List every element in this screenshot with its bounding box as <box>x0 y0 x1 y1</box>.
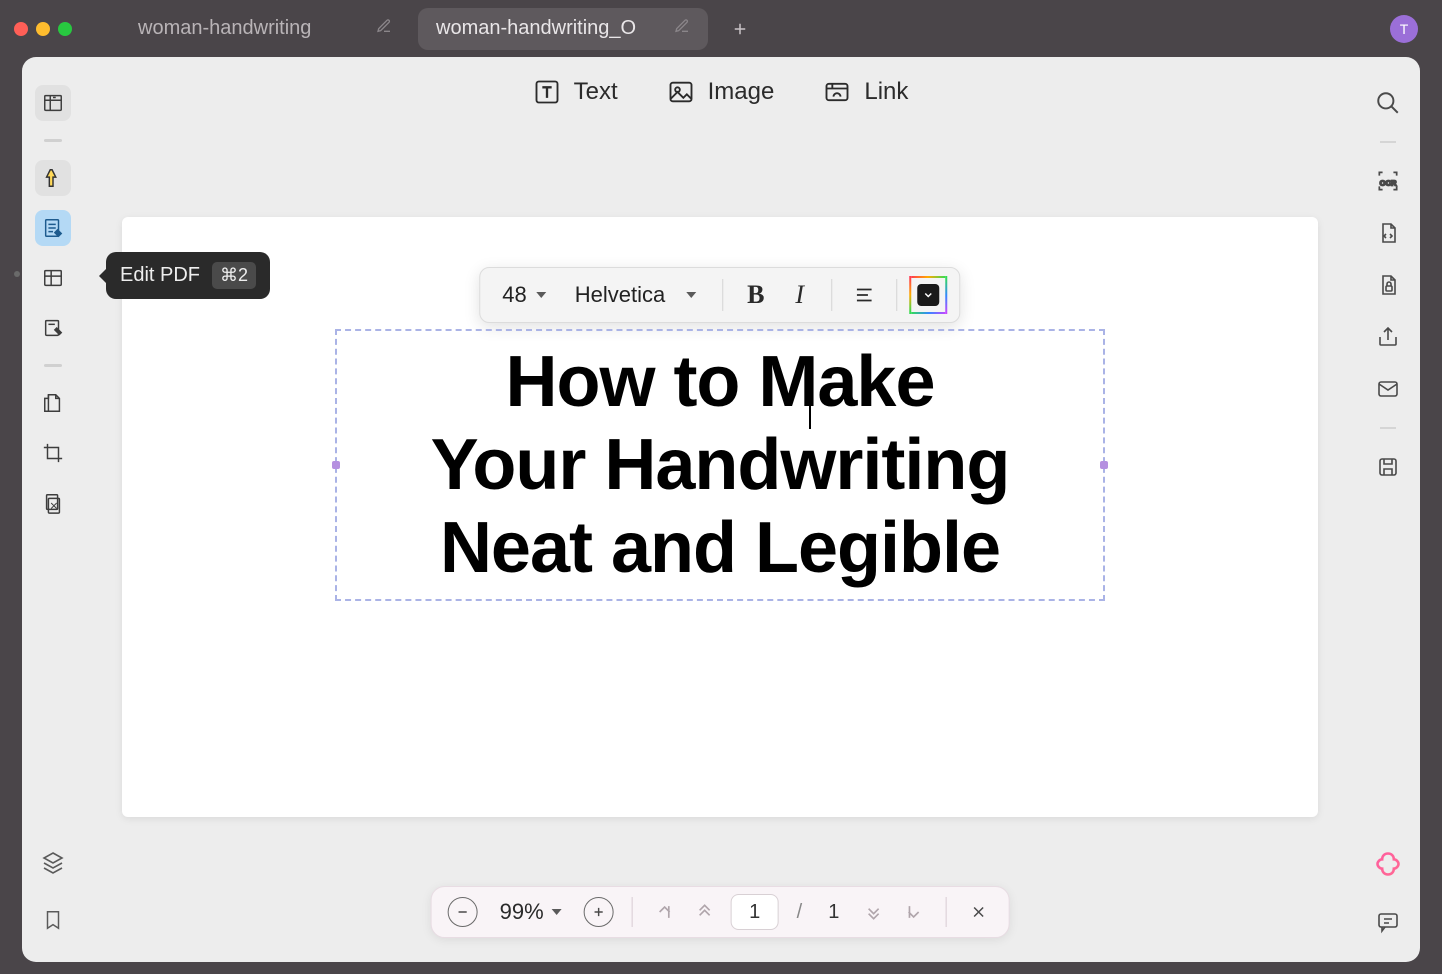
image-icon <box>666 77 696 107</box>
redact-button[interactable] <box>35 485 71 521</box>
chevron-down-icon <box>552 909 562 915</box>
page-separator: / <box>797 901 803 924</box>
text-line-1: How to Make <box>357 341 1083 424</box>
sidebar-divider <box>44 139 62 142</box>
pencil-icon <box>674 18 690 39</box>
canvas-area[interactable]: 48 Helvetica B I <box>84 127 1356 962</box>
insert-image-button[interactable]: Image <box>666 77 775 107</box>
tooltip-shortcut: ⌘2 <box>212 262 256 289</box>
next-page-button[interactable] <box>859 898 887 926</box>
bottom-bar: 99% / 1 <box>431 886 1010 938</box>
resize-handle-right[interactable] <box>1100 461 1108 469</box>
zoom-out-button[interactable] <box>448 897 478 927</box>
top-toolbar: Text Image Link <box>84 57 1356 127</box>
zoom-value: 99% <box>500 899 544 925</box>
right-sidebar: OCR <box>1356 57 1420 962</box>
ai-assistant-button[interactable] <box>1372 848 1404 880</box>
comment-button[interactable] <box>1372 906 1404 938</box>
pencil-icon <box>376 18 392 39</box>
sidebar-divider <box>44 364 62 367</box>
active-indicator-dot <box>14 271 20 277</box>
tab-1[interactable]: woman-handwriting <box>120 8 410 50</box>
edit-pdf-button[interactable] <box>35 210 71 246</box>
format-divider <box>832 279 833 311</box>
save-button[interactable] <box>1372 451 1404 483</box>
font-family-selector[interactable]: Helvetica <box>561 282 711 308</box>
close-bar-button[interactable] <box>964 898 992 926</box>
text-icon <box>532 77 562 107</box>
right-divider <box>1380 427 1396 429</box>
sign-button[interactable] <box>35 310 71 346</box>
toolbar-label: Link <box>864 78 908 106</box>
ocr-button[interactable]: OCR <box>1372 165 1404 197</box>
first-page-button[interactable] <box>651 898 679 926</box>
insert-text-button[interactable]: Text <box>532 77 618 107</box>
chevron-down-icon <box>918 284 940 306</box>
bold-button[interactable]: B <box>736 275 776 315</box>
tab-label: woman-handwriting <box>138 17 311 40</box>
right-divider <box>1380 141 1396 143</box>
chevron-down-icon <box>537 292 547 298</box>
annotate-button[interactable] <box>35 160 71 196</box>
crop-button[interactable] <box>35 435 71 471</box>
view-mode-button[interactable] <box>35 85 71 121</box>
tooltip: Edit PDF ⌘2 <box>106 252 270 299</box>
text-cursor <box>809 359 811 429</box>
format-divider <box>723 279 724 311</box>
close-window-button[interactable] <box>14 22 28 36</box>
color-picker-button[interactable] <box>910 276 948 314</box>
insert-link-button[interactable]: Link <box>822 77 908 107</box>
zoom-selector[interactable]: 99% <box>490 899 572 925</box>
chevron-down-icon <box>687 292 697 298</box>
tab-2[interactable]: woman-handwriting_O <box>418 8 708 50</box>
document-text[interactable]: How to Make Your Handwriting Neat and Le… <box>357 341 1083 589</box>
avatar-letter: T <box>1400 21 1409 37</box>
avatar[interactable]: T <box>1390 15 1418 43</box>
tooltip-arrow <box>99 269 106 283</box>
font-family-value: Helvetica <box>575 282 665 308</box>
font-size-selector[interactable]: 48 <box>492 282 556 308</box>
main-wrapper: Edit PDF ⌘2 Text Image Link <box>22 57 1420 962</box>
zoom-in-button[interactable] <box>584 897 614 927</box>
share-button[interactable] <box>1372 321 1404 353</box>
align-button[interactable] <box>845 275 885 315</box>
text-line-2: Your Handwriting <box>357 424 1083 507</box>
center-area: Text Image Link 48 <box>84 57 1356 962</box>
traffic-lights <box>14 22 72 36</box>
format-divider <box>897 279 898 311</box>
text-selection-box[interactable]: How to Make Your Handwriting Neat and Le… <box>335 329 1105 601</box>
maximize-window-button[interactable] <box>58 22 72 36</box>
toolbar-label: Text <box>574 78 618 106</box>
document-page[interactable]: 48 Helvetica B I <box>122 217 1318 817</box>
italic-button[interactable]: I <box>780 275 820 315</box>
resize-handle-left[interactable] <box>332 461 340 469</box>
form-button[interactable] <box>35 260 71 296</box>
link-icon <box>822 77 852 107</box>
text-format-bar: 48 Helvetica B I <box>479 267 960 323</box>
tab-label: woman-handwriting_O <box>436 17 636 40</box>
title-bar: woman-handwriting woman-handwriting_O T <box>0 0 1442 57</box>
font-size-value: 48 <box>502 282 526 308</box>
pages-button[interactable] <box>35 385 71 421</box>
svg-text:OCR: OCR <box>1380 178 1397 187</box>
total-pages: 1 <box>828 901 839 924</box>
bottom-divider <box>945 897 946 927</box>
minimize-window-button[interactable] <box>36 22 50 36</box>
protect-button[interactable] <box>1372 269 1404 301</box>
search-button[interactable] <box>1372 87 1404 119</box>
toolbar-label: Image <box>708 78 775 106</box>
bookmark-icon[interactable] <box>42 907 64 938</box>
convert-button[interactable] <box>1372 217 1404 249</box>
bottom-divider <box>632 897 633 927</box>
prev-page-button[interactable] <box>691 898 719 926</box>
last-page-button[interactable] <box>899 898 927 926</box>
email-button[interactable] <box>1372 373 1404 405</box>
left-sidebar <box>22 57 84 962</box>
tooltip-label: Edit PDF <box>120 264 200 287</box>
current-page-input[interactable] <box>731 894 779 930</box>
text-line-3: Neat and Legible <box>357 507 1083 590</box>
layers-icon[interactable] <box>41 850 65 879</box>
new-tab-button[interactable] <box>726 15 754 43</box>
